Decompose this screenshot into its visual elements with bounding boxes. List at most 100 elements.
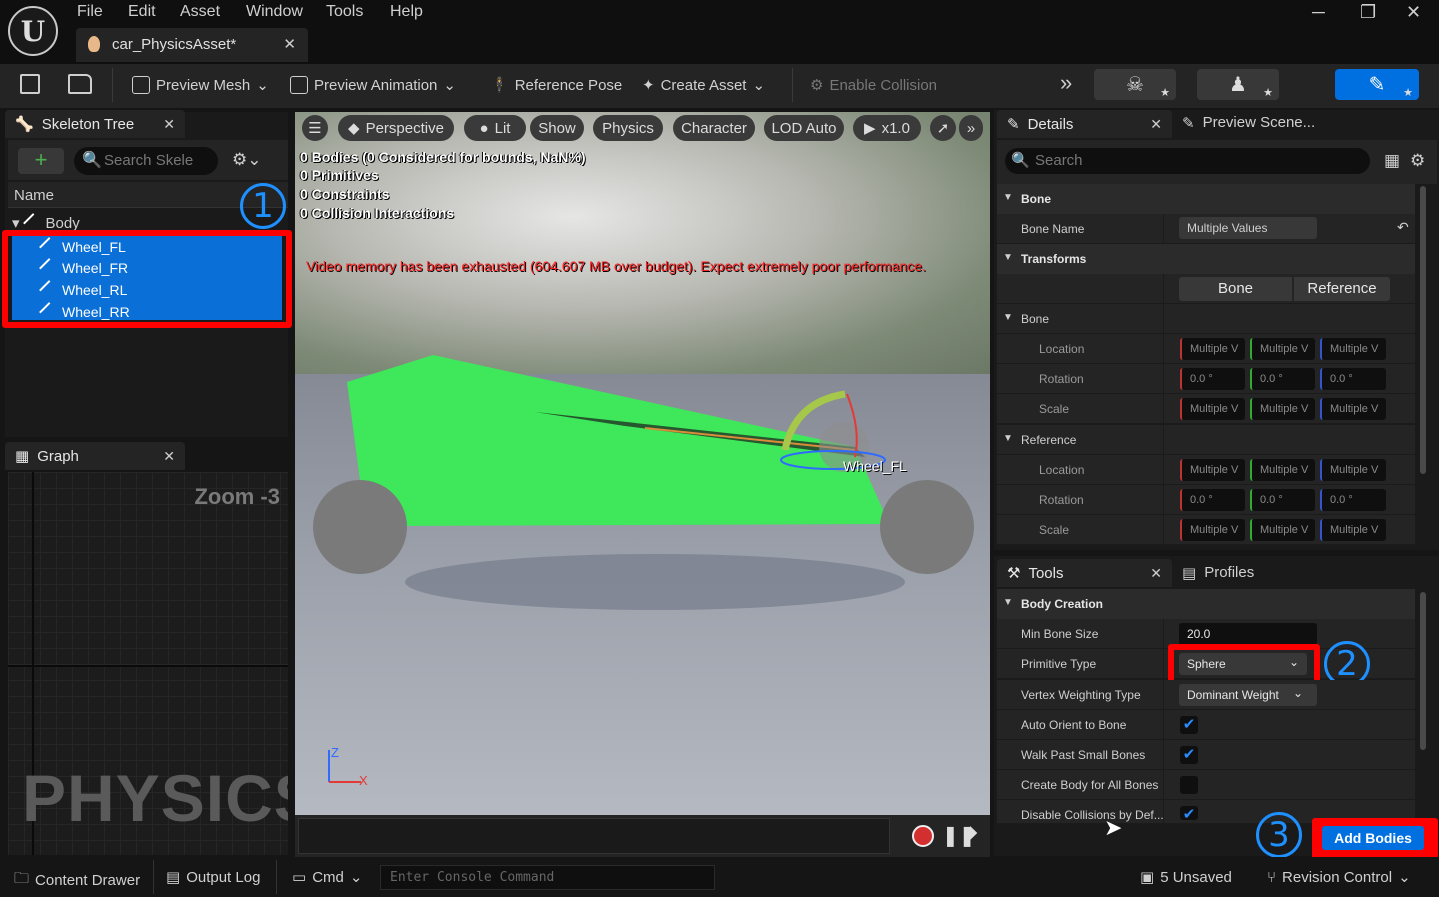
add-icon[interactable]: + (18, 148, 64, 174)
tools-scrollbar[interactable] (1420, 592, 1426, 750)
column-splitter[interactable] (1163, 710, 1164, 740)
preview-animation-button[interactable]: Preview Animation ⌄ (290, 73, 456, 97)
select-mode-button[interactable]: ➚ (930, 115, 956, 141)
min-bone-size-input[interactable]: 20.0 (1179, 623, 1317, 645)
perspective-button[interactable]: ◆ Perspective (338, 115, 454, 141)
playback-speed-button[interactable]: ▶ x1.0 (853, 115, 921, 141)
column-splitter[interactable] (1163, 364, 1164, 394)
ref-location-x-field[interactable]: Multiple V (1180, 459, 1245, 481)
menu-asset[interactable]: Asset (180, 3, 220, 21)
add-bodies-button[interactable]: Add Bodies (1322, 826, 1424, 850)
ref-scale-y-field[interactable]: Multiple V (1250, 519, 1315, 541)
output-log-button[interactable]: ▤ Output Log (166, 868, 260, 887)
location-y-field[interactable]: Multiple V (1250, 338, 1315, 360)
graph-canvas[interactable]: Zoom -3 PHYSICS (8, 472, 288, 855)
ref-rotation-x-field[interactable]: 0.0 ° (1180, 489, 1245, 511)
location-z-field[interactable]: Multiple V (1320, 338, 1386, 360)
tab-profiles[interactable]: ▤ Profiles (1182, 564, 1254, 582)
cmd-button[interactable]: ▭ Cmd ⌄ (292, 868, 362, 887)
tab-graph[interactable]: ▦ Graph ✕ (5, 442, 185, 470)
reference-pose-button[interactable]: 🕴 Reference Pose (490, 73, 622, 97)
ref-rotation-y-field[interactable]: 0.0 ° (1250, 489, 1315, 511)
tab-details[interactable]: ✎ Details ✕ (997, 110, 1172, 138)
close-icon[interactable]: ✕ (163, 116, 175, 133)
close-icon[interactable]: ✕ (163, 448, 175, 465)
preview-mesh-button[interactable]: Preview Mesh ⌄ (132, 73, 269, 97)
animation-mode-button[interactable]: ♟ ★ (1197, 69, 1279, 100)
document-tab[interactable]: car_PhysicsAsset* ✕ (76, 28, 308, 62)
menu-file[interactable]: File (77, 3, 103, 21)
bone-name-field[interactable]: Multiple Values (1179, 217, 1317, 239)
column-splitter[interactable] (1163, 515, 1164, 545)
viewport-more-button[interactable]: » (959, 115, 983, 141)
subcategory-reference[interactable]: ▼ Reference (997, 425, 1415, 455)
column-splitter[interactable] (1163, 455, 1164, 485)
scale-z-field[interactable]: Multiple V (1320, 398, 1386, 420)
menu-help[interactable]: Help (390, 3, 423, 21)
ref-rotation-z-field[interactable]: 0.0 ° (1320, 489, 1386, 511)
physics-mode-button[interactable]: ✎ ★ (1335, 69, 1419, 100)
auto-orient-checkbox[interactable]: ✔ (1180, 716, 1198, 734)
viewport-menu-button[interactable]: ☰ (302, 115, 328, 141)
details-scrollbar[interactable] (1420, 186, 1426, 474)
reset-icon[interactable]: ↶ (1397, 219, 1409, 236)
scale-x-field[interactable]: Multiple V (1180, 398, 1245, 420)
category-transforms[interactable]: ▼ Transforms (997, 244, 1415, 274)
column-splitter[interactable] (1163, 334, 1164, 364)
column-splitter[interactable] (1163, 649, 1164, 679)
location-x-field[interactable]: Multiple V (1180, 338, 1245, 360)
step-forward-icon[interactable]: ⏵ (968, 823, 978, 846)
menu-window[interactable]: Window (246, 3, 303, 21)
restore-icon[interactable]: ❐ (1360, 2, 1376, 23)
category-body-creation[interactable]: ▼ Body Creation (997, 589, 1415, 619)
revision-control-button[interactable]: ⑂ Revision Control ⌄ (1267, 868, 1411, 887)
lit-button[interactable]: ● Lit (464, 115, 526, 141)
more-icon[interactable]: » (1060, 70, 1072, 96)
transform-bone-button[interactable]: Bone (1179, 277, 1292, 301)
scale-y-field[interactable]: Multiple V (1250, 398, 1315, 420)
tab-skeleton-tree[interactable]: 🦴 Skeleton Tree ✕ (5, 110, 185, 138)
table-view-icon[interactable]: ▦ (1384, 151, 1400, 171)
skeleton-mode-button[interactable]: ☠ ★ (1094, 69, 1176, 100)
enable-collision-button[interactable]: ⚙ Enable Collision (810, 73, 937, 97)
browse-icon[interactable] (68, 74, 92, 94)
menu-edit[interactable]: Edit (128, 3, 156, 21)
column-splitter[interactable] (1163, 800, 1164, 823)
record-icon[interactable] (912, 825, 934, 847)
unsaved-button[interactable]: ▣ 5 Unsaved (1140, 868, 1232, 887)
close-icon[interactable]: ✕ (1150, 116, 1162, 133)
rotation-z-field[interactable]: 0.0 ° (1320, 368, 1386, 390)
console-input[interactable]: Enter Console Command (380, 865, 715, 890)
tab-preview-scene[interactable]: ✎ Preview Scene... (1182, 114, 1315, 132)
tab-tools[interactable]: ⚒ Tools ✕ (997, 559, 1172, 587)
create-all-checkbox[interactable] (1180, 776, 1198, 794)
window-close-icon[interactable]: ✕ (1406, 2, 1421, 23)
disable-collisions-checkbox[interactable]: ✔ (1180, 806, 1198, 820)
transform-reference-button[interactable]: Reference (1294, 277, 1390, 301)
ref-scale-z-field[interactable]: Multiple V (1320, 519, 1386, 541)
category-bone[interactable]: ▼ Bone (997, 184, 1415, 214)
show-button[interactable]: Show (530, 115, 584, 141)
rotation-x-field[interactable]: 0.0 ° (1180, 368, 1245, 390)
column-splitter[interactable] (1163, 304, 1164, 334)
column-splitter[interactable] (1163, 680, 1164, 710)
content-drawer-button[interactable]: 🗀 Content Drawer (14, 868, 140, 893)
menu-tools[interactable]: Tools (326, 3, 363, 21)
ref-scale-x-field[interactable]: Multiple V (1180, 519, 1245, 541)
column-splitter[interactable] (1163, 619, 1164, 649)
ref-location-z-field[interactable]: Multiple V (1320, 459, 1386, 481)
column-splitter[interactable] (1163, 770, 1164, 800)
column-splitter[interactable] (1163, 740, 1164, 770)
column-splitter[interactable] (1163, 425, 1164, 455)
details-search-input[interactable]: Search (1005, 148, 1370, 174)
column-splitter[interactable] (1163, 485, 1164, 515)
column-splitter[interactable] (1163, 214, 1164, 244)
save-icon[interactable] (20, 74, 40, 94)
column-splitter[interactable] (1163, 394, 1164, 424)
create-asset-button[interactable]: ✦ Create Asset ⌄ (642, 73, 765, 97)
lod-button[interactable]: LOD Auto (764, 115, 844, 141)
vertex-weighting-select[interactable]: Dominant Weight ⌄ (1179, 684, 1317, 706)
ref-location-y-field[interactable]: Multiple V (1250, 459, 1315, 481)
close-icon[interactable]: ✕ (1150, 565, 1162, 582)
timeline-track[interactable] (298, 818, 890, 854)
